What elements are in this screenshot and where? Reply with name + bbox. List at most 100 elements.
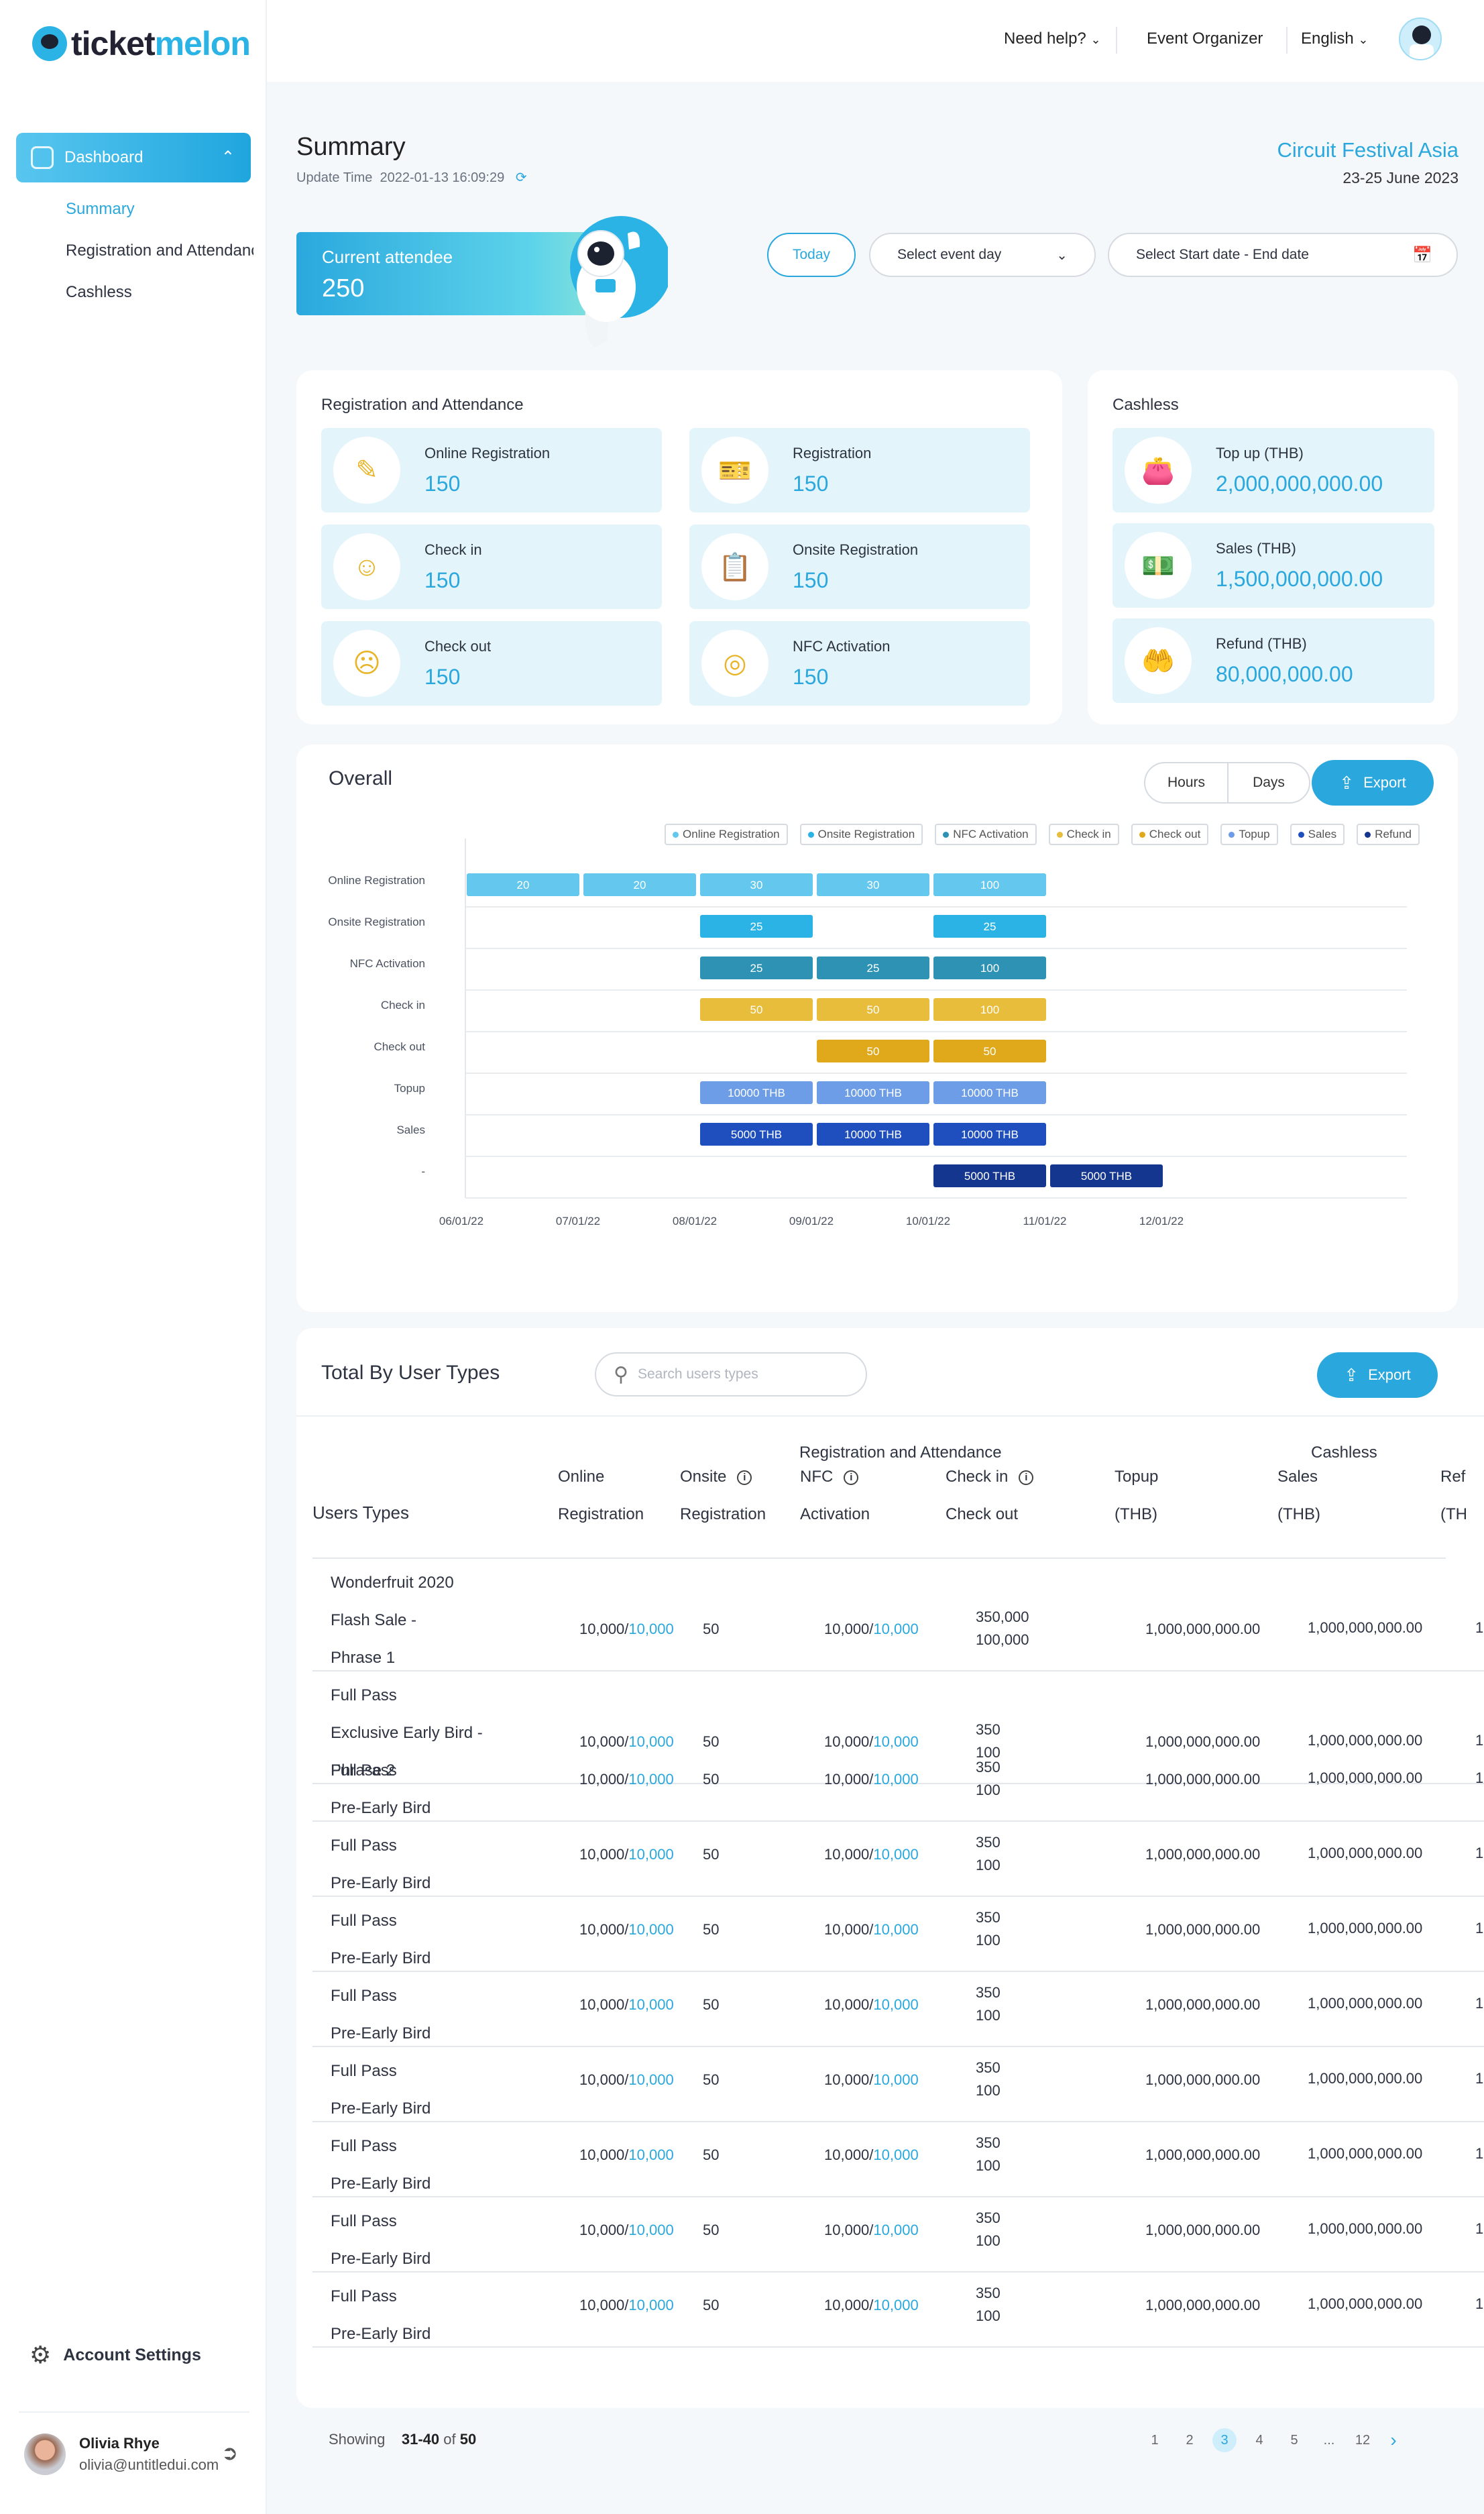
column-header[interactable]: NFC i [800, 1468, 859, 1486]
nfc-total-link[interactable]: 10,000 [873, 1621, 918, 1637]
cell-onsite-registration: 50 [703, 2071, 720, 2088]
cash-icon: 💵 [1125, 532, 1192, 599]
logout-icon[interactable]: ➲ [221, 2442, 238, 2465]
sidebar-item-cashless[interactable]: Cashless [66, 283, 253, 302]
column-header[interactable]: Online [558, 1468, 604, 1486]
nfc-total-link[interactable]: 10,000 [873, 1921, 918, 1938]
user-type-name-line: Wonderfruit 2020 [331, 1574, 454, 1592]
stat-label: Refund (THB) [1216, 635, 1307, 652]
nfc-total-link[interactable]: 10,000 [873, 1771, 918, 1788]
user-types-export-button[interactable]: ⇪ Export [1317, 1352, 1438, 1398]
event-day-select[interactable]: Select event day ⌄ [869, 233, 1096, 277]
astronaut-illustration [570, 216, 668, 347]
online-total-link[interactable]: 10,000 [628, 2146, 673, 2163]
showing-label: Showing [329, 2431, 386, 2448]
column-header[interactable]: Topup [1115, 1468, 1158, 1486]
column-header[interactable]: Sales [1277, 1468, 1318, 1486]
update-time: Update Time 2022-01-13 16:09:29 ⟳ [296, 169, 527, 186]
stat-value: 150 [424, 567, 461, 592]
sidebar-item-registration[interactable]: Registration and Attendance [66, 241, 253, 260]
online-total-link[interactable]: 10,000 [628, 1921, 673, 1938]
cell-check-out: 100 [976, 1857, 1001, 1873]
cell-topup: 1,000,000,000.00 [1145, 1771, 1261, 1788]
nfc-total-link[interactable]: 10,000 [873, 2071, 918, 2088]
column-header[interactable]: Ref [1440, 1468, 1465, 1486]
cell-refund: 1 [1475, 2145, 1484, 2162]
nfc-total-link[interactable]: 10,000 [873, 2146, 918, 2163]
days-button[interactable]: Days [1227, 763, 1309, 802]
search-input[interactable]: ⚲ Search users types [595, 1352, 867, 1397]
of-label: of [443, 2431, 456, 2448]
category-label: Topup [394, 1082, 425, 1095]
page-button[interactable]: 3 [1212, 2428, 1237, 2452]
page-button[interactable]: 2 [1176, 2428, 1203, 2452]
page-button[interactable]: 4 [1246, 2428, 1273, 2452]
cell-onsite-registration: 50 [703, 1621, 720, 1637]
category-label: Online Registration [328, 874, 425, 887]
user-minus-icon: ☹ [333, 630, 400, 697]
cell-sales: 1,000,000,000.00 [1308, 1845, 1423, 1861]
sidebar-item-summary[interactable]: Summary [66, 200, 253, 219]
online-total-link[interactable]: 10,000 [628, 1846, 673, 1863]
column-header[interactable]: Onsite i [680, 1468, 752, 1486]
group-header-registration: Registration and Attendance [799, 1443, 1002, 1462]
category-label: Sales [396, 1124, 425, 1136]
overall-export-button[interactable]: ⇪ Export [1312, 760, 1434, 806]
online-total-link[interactable]: 10,000 [628, 1771, 673, 1788]
info-icon[interactable]: i [737, 1470, 752, 1485]
nfc-total-link[interactable]: 10,000 [873, 1846, 918, 1863]
cell-topup: 1,000,000,000.00 [1145, 1846, 1261, 1863]
cell-sales: 1,000,000,000.00 [1308, 1995, 1423, 2012]
refresh-icon[interactable]: ⟳ [516, 170, 527, 185]
column-header-users-types[interactable]: Users Types [312, 1502, 409, 1523]
cell-check-out: 100 [976, 1782, 1001, 1798]
top-avatar[interactable] [1399, 17, 1442, 60]
next-page-chevron-icon[interactable]: › [1380, 2428, 1407, 2452]
today-button[interactable]: Today [767, 233, 856, 277]
stat-registration: 🎫 Registration 150 [689, 428, 1030, 512]
group-header-cashless: Cashless [1311, 1443, 1377, 1462]
cell-nfc-activation: 10,000/10,000 [824, 1921, 919, 1938]
chevron-up-icon: ⌃ [221, 148, 235, 166]
online-total-link[interactable]: 10,000 [628, 2222, 673, 2238]
legend-dot [1365, 831, 1371, 838]
help-menu[interactable]: Need help? ⌄ [1004, 30, 1101, 48]
cell-check-out: 100 [976, 2307, 1001, 2324]
row-divider [312, 2346, 1484, 2348]
online-total-link[interactable]: 10,000 [628, 2071, 673, 2088]
date-range-label: Select Start date - End date [1136, 247, 1309, 262]
search-placeholder: Search users types [637, 1366, 758, 1382]
event-name: Circuit Festival Asia [1277, 138, 1459, 162]
account-settings-link[interactable]: ⚙ Account Settings [30, 2341, 201, 2369]
date-range-picker[interactable]: Select Start date - End date 📅 [1108, 233, 1458, 277]
hours-button[interactable]: Hours [1145, 775, 1227, 791]
table-row[interactable] [312, 1557, 1484, 1670]
stat-nfc-activation: ◎ NFC Activation 150 [689, 621, 1030, 706]
nfc-total-link[interactable]: 10,000 [873, 2222, 918, 2238]
sidebar-item-dashboard[interactable]: Dashboard ⌃ [16, 133, 251, 182]
online-total-link[interactable]: 10,000 [628, 2297, 673, 2313]
page-button[interactable]: 1 [1141, 2428, 1168, 2452]
stat-online-registration: ✎ Online Registration 150 [321, 428, 662, 512]
online-total-link[interactable]: 10,000 [628, 1996, 673, 2013]
info-icon[interactable]: i [1019, 1470, 1034, 1485]
nfc-total-link[interactable]: 10,000 [873, 2297, 918, 2313]
page-button[interactable]: 5 [1281, 2428, 1308, 2452]
online-total-link[interactable]: 10,000 [628, 1621, 673, 1637]
info-icon[interactable]: i [844, 1470, 859, 1485]
event-organizer-link[interactable]: Event Organizer [1147, 30, 1263, 48]
nfc-total-link[interactable]: 10,000 [873, 1996, 918, 2013]
logo[interactable]: ticket melon [32, 24, 251, 63]
column-header-sub: Registration [680, 1505, 766, 1523]
user-plus-icon: ☺ [333, 533, 400, 600]
language-select[interactable]: English ⌄ [1301, 30, 1368, 48]
cell-topup: 1,000,000,000.00 [1145, 2297, 1261, 2313]
cell-check-in: 350 [976, 1984, 1001, 2001]
page-button[interactable]: ... [1316, 2428, 1343, 2452]
page-button[interactable]: 12 [1349, 2428, 1376, 2452]
category-label: Check in [381, 999, 425, 1012]
event-day-label: Select event day [897, 247, 1002, 262]
cell-refund: 1 [1475, 1845, 1484, 1861]
column-header[interactable]: Check in i [946, 1468, 1034, 1486]
nfc-count: 10,000/ [824, 1621, 874, 1637]
